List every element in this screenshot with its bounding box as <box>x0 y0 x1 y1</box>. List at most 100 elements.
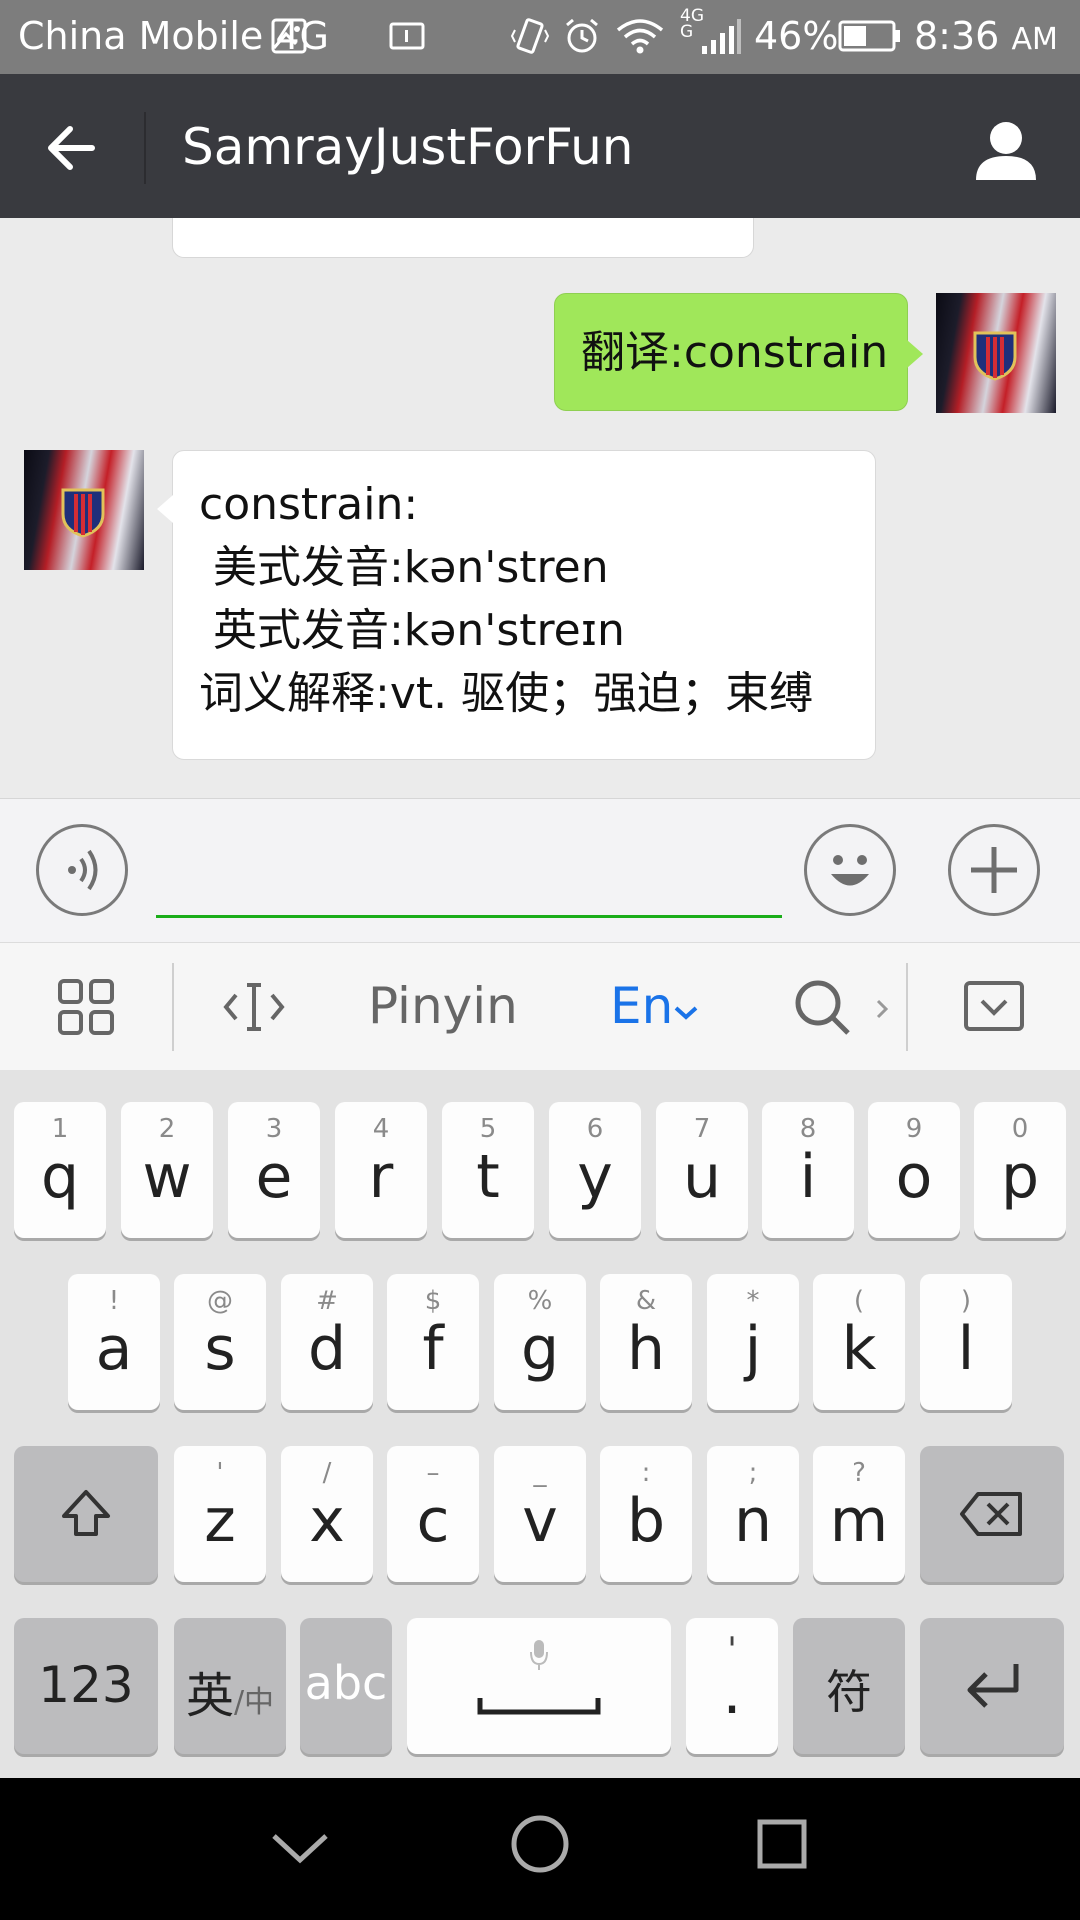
back-button[interactable] <box>40 116 104 180</box>
abc-key[interactable]: abc <box>300 1618 392 1754</box>
wifi-icon <box>614 16 666 60</box>
shift-icon <box>62 1490 110 1536</box>
plus-icon <box>971 847 1017 893</box>
keyboard-toolbar: Pinyin En <box>0 942 1080 1071</box>
key-g[interactable]: % g <box>494 1274 586 1410</box>
message-list[interactable]: 翻译:constrain constrain: 美式发音:kən'stren 英… <box>0 218 1080 798</box>
voice-icon <box>68 849 98 891</box>
language-switch-key[interactable]: 英/中 <box>174 1618 286 1754</box>
back-arrow-icon <box>48 126 95 170</box>
keyboard-search-button[interactable] <box>790 975 854 1039</box>
key-s[interactable]: @ s <box>174 1274 266 1410</box>
key-z[interactable]: ' z <box>174 1446 266 1582</box>
english-mode-button[interactable]: En <box>610 977 699 1035</box>
enter-icon <box>967 1664 1019 1708</box>
key-f[interactable]: $ f <box>387 1274 479 1410</box>
chevron-down-icon <box>272 1834 328 1864</box>
key-y[interactable]: 6y <box>549 1102 641 1238</box>
key-v[interactable]: _ v <box>494 1446 586 1582</box>
my-avatar[interactable] <box>936 293 1056 413</box>
system-navigation-bar <box>0 1778 1080 1920</box>
shift-key[interactable] <box>14 1446 158 1582</box>
enter-key[interactable] <box>920 1618 1064 1754</box>
key-q[interactable]: 1q <box>14 1102 106 1238</box>
sent-message-bubble[interactable]: 翻译:constrain <box>554 293 923 411</box>
status-bar: China Mobile 4G 4G G 46% 8:36 AM <box>0 0 1080 74</box>
received-message-line: 美式发音:kən'stren <box>199 542 609 593</box>
nav-home-button[interactable] <box>508 1812 572 1876</box>
key-l[interactable]: ) l <box>920 1274 1012 1410</box>
header-divider <box>144 112 146 184</box>
home-circle-icon <box>511 1815 569 1873</box>
numbers-key[interactable]: 123 <box>14 1618 158 1754</box>
microphone-icon <box>530 1640 548 1670</box>
voice-button[interactable] <box>36 824 128 916</box>
key-h[interactable]: & h <box>600 1274 692 1410</box>
keyboard: 1q 2w 3e 4r 5t 6y 7u 8i 9o 0p ! a @ s # d $… <box>0 1070 1080 1778</box>
key-r[interactable]: 4r <box>335 1102 427 1238</box>
key-o[interactable]: 9o <box>868 1102 960 1238</box>
chevron-right-icon[interactable] <box>872 995 892 1023</box>
signal-icon <box>700 16 742 60</box>
text-cursor-icon <box>223 983 285 1031</box>
keyboard-hide-icon <box>964 981 1024 1031</box>
toolbar-divider <box>172 963 174 1051</box>
toolbar-divider <box>906 963 908 1051</box>
alarm-icon <box>562 16 602 60</box>
received-message-bubble[interactable]: constrain: 美式发音:kən'stren 英式发音:kən'streɪ… <box>157 450 876 760</box>
key-p[interactable]: 0p <box>974 1102 1066 1238</box>
key-a[interactable]: ! a <box>68 1274 160 1410</box>
person-icon <box>976 122 1036 180</box>
pinyin-mode-button[interactable]: Pinyin <box>368 977 518 1035</box>
grid-icon <box>58 979 114 1035</box>
sim-icon <box>388 16 428 60</box>
emoji-button[interactable] <box>804 824 896 916</box>
space-key[interactable] <box>407 1618 671 1754</box>
keyboard-menu-button[interactable] <box>56 977 116 1037</box>
chevron-down-icon <box>674 1006 698 1020</box>
key-i[interactable]: 8i <box>762 1102 854 1238</box>
received-message-line: 词义解释:vt. 驱使；强迫；束缚 <box>199 668 814 719</box>
key-w[interactable]: 2w <box>121 1102 213 1238</box>
message-input-bar <box>0 798 1080 943</box>
key-c[interactable]: – c <box>387 1446 479 1582</box>
hide-keyboard-button[interactable] <box>962 977 1026 1037</box>
contact-info-button[interactable] <box>970 114 1042 186</box>
key-t[interactable]: 5t <box>442 1102 534 1238</box>
backspace-icon <box>960 1492 1022 1536</box>
image-icon <box>270 16 310 60</box>
backspace-key[interactable] <box>920 1446 1064 1582</box>
key-d[interactable]: # d <box>281 1274 373 1410</box>
battery-percentage: 46% <box>754 14 839 58</box>
key-j[interactable]: * j <box>707 1274 799 1410</box>
nav-recents-button[interactable] <box>752 1814 812 1874</box>
key-x[interactable]: / x <box>281 1446 373 1582</box>
key-m[interactable]: ? m <box>813 1446 905 1582</box>
clock: 8:36 AM <box>914 14 1058 58</box>
smiley-icon <box>831 855 869 886</box>
vibrate-icon <box>510 16 550 60</box>
key-e[interactable]: 3e <box>228 1102 320 1238</box>
recents-square-icon <box>757 1819 807 1869</box>
key-n[interactable]: ; n <box>707 1446 799 1582</box>
sent-message-text: 翻译:constrain <box>581 327 889 378</box>
space-bar-icon <box>477 1698 601 1715</box>
key-b[interactable]: :b <box>600 1446 692 1582</box>
search-icon <box>795 980 850 1035</box>
nav-back-button[interactable] <box>268 1818 332 1878</box>
previous-message-bubble[interactable] <box>172 218 754 258</box>
club-crest-icon <box>61 488 105 538</box>
contact-avatar[interactable] <box>24 450 144 570</box>
cursor-button[interactable] <box>222 977 286 1037</box>
chat-title: SamrayJustForFun <box>182 118 634 176</box>
received-message-line: constrain: <box>199 479 419 530</box>
key-k[interactable]: (k <box>813 1274 905 1410</box>
key-u[interactable]: 7u <box>656 1102 748 1238</box>
message-input[interactable] <box>156 829 782 918</box>
more-button[interactable] <box>948 824 1040 916</box>
symbols-key[interactable]: 符 <box>793 1618 905 1754</box>
received-message-line: 英式发音:kən'streɪn <box>199 605 625 656</box>
period-key[interactable]: '. <box>686 1618 778 1754</box>
battery-icon <box>838 16 902 60</box>
chat-header: SamrayJustForFun <box>0 74 1080 218</box>
